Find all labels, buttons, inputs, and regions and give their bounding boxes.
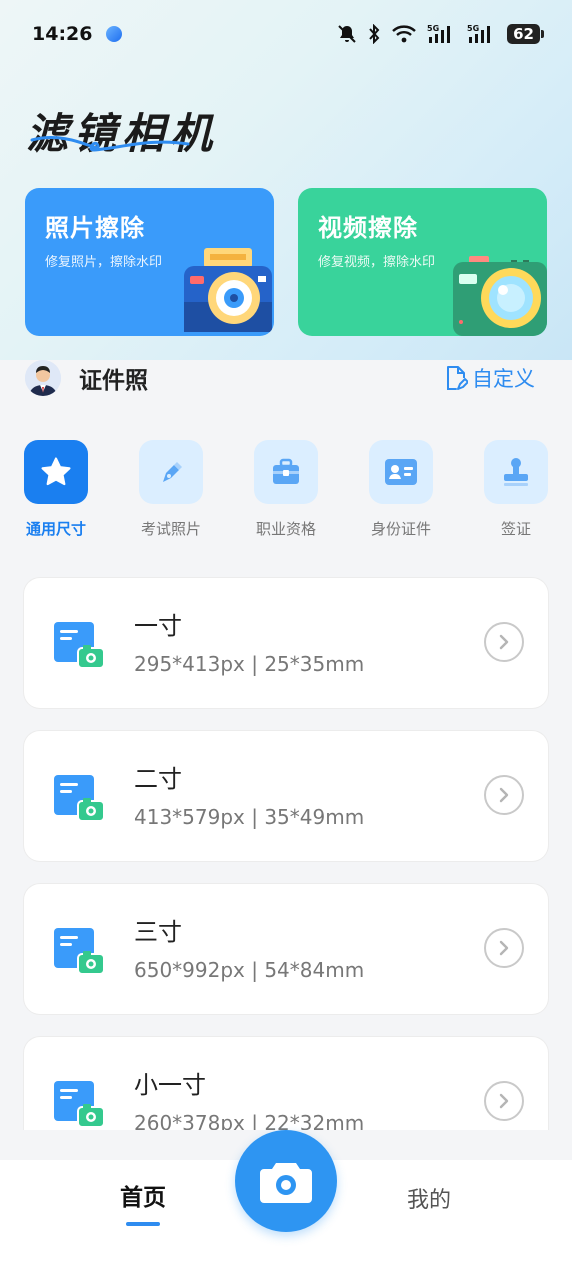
chevron-right-icon[interactable] (484, 928, 524, 968)
category-professional[interactable]: 职业资格 (246, 440, 326, 539)
size-spec: 650*992px | 54*84mm (134, 958, 365, 982)
star-icon (41, 457, 71, 486)
photo-document-icon (54, 928, 105, 975)
tab-mine[interactable]: 我的 (386, 1182, 472, 1214)
category-id-document[interactable]: 身份证件 (361, 440, 441, 539)
list-item[interactable]: 三寸 650*992px | 54*84mm (24, 884, 548, 1014)
chevron-right-icon[interactable] (484, 1081, 524, 1121)
chevron-right-icon[interactable] (484, 622, 524, 662)
svg-text:5G: 5G (427, 24, 439, 33)
status-icons: 5G 5G 62 (337, 23, 544, 45)
signal-5g-icon-2: 5G (467, 24, 491, 43)
size-name: 二寸 (134, 765, 182, 793)
photo-document-icon (54, 1081, 105, 1128)
size-name: 三寸 (134, 918, 182, 946)
briefcase-icon (273, 458, 299, 484)
category-tabs: 通用尺寸 考试照片 职业资格 身份证件 签证 (0, 440, 572, 550)
tab-home[interactable]: 首页 (100, 1178, 186, 1226)
card-title: 照片擦除 (45, 214, 145, 242)
id-card-icon (385, 459, 417, 485)
photo-document-icon (54, 622, 105, 669)
list-item[interactable]: 一寸 295*413px | 25*35mm (24, 578, 548, 708)
tab-home-label: 首页 (120, 1185, 166, 1211)
size-name: 小一寸 (134, 1071, 206, 1099)
person-avatar-icon (25, 360, 61, 396)
video-erase-card[interactable]: 视频擦除 修复视频，擦除水印 (298, 188, 547, 336)
custom-size-button[interactable]: 自定义 (444, 363, 535, 393)
size-name: 一寸 (134, 612, 182, 640)
photo-erase-card[interactable]: 照片擦除 修复照片，擦除水印 (25, 188, 274, 336)
avatar (25, 360, 61, 396)
app-notification-icon (106, 26, 123, 42)
wifi-icon (392, 25, 416, 43)
signal-5g-icon: 5G (427, 24, 451, 43)
mute-bell-icon (338, 25, 356, 43)
list-item[interactable]: 二寸 413*579px | 35*49mm (24, 731, 548, 861)
category-label: 签证 (500, 520, 531, 538)
camera-illustration (453, 256, 547, 336)
size-list: 一寸 295*413px | 25*35mm 二寸 413*579px | 35… (0, 570, 572, 1130)
category-exam-photo[interactable]: 考试照片 (131, 440, 211, 539)
category-visa[interactable]: 签证 (476, 440, 556, 539)
list-item[interactable]: 小一寸 260*378px | 22*32mm (24, 1037, 548, 1130)
pen-icon (163, 462, 182, 482)
size-spec: 295*413px | 25*35mm (134, 652, 365, 676)
svg-text:5G: 5G (467, 24, 479, 33)
active-tab-indicator (126, 1222, 160, 1226)
custom-size-label: 自定义 (472, 367, 535, 391)
tab-mine-label: 我的 (406, 1188, 451, 1213)
chevron-right-icon[interactable] (484, 775, 524, 815)
section-title: 证件照 (79, 368, 148, 394)
battery-indicator: 62 (507, 24, 544, 44)
id-photo-header: 证件照 自定义 (0, 348, 572, 408)
category-label: 通用尺寸 (25, 520, 86, 538)
camera-icon (260, 1163, 312, 1203)
title-swoosh-decoration (30, 136, 190, 152)
stamp-icon (504, 458, 528, 486)
status-bar: 14:26 5G 5G 62 (0, 0, 572, 68)
status-time: 14:26 (32, 23, 93, 45)
category-label: 职业资格 (255, 520, 316, 538)
category-general-size[interactable]: 通用尺寸 (16, 440, 96, 539)
camera-button[interactable] (235, 1130, 337, 1232)
camera-illustration (184, 248, 272, 332)
category-label: 身份证件 (370, 520, 431, 538)
size-spec: 413*579px | 35*49mm (134, 805, 365, 829)
photo-document-icon (54, 775, 105, 822)
bluetooth-icon (369, 24, 380, 44)
card-title: 视频擦除 (318, 214, 418, 242)
size-spec: 260*378px | 22*32mm (134, 1111, 365, 1130)
edit-document-icon (447, 366, 468, 390)
category-label: 考试照片 (140, 520, 201, 538)
